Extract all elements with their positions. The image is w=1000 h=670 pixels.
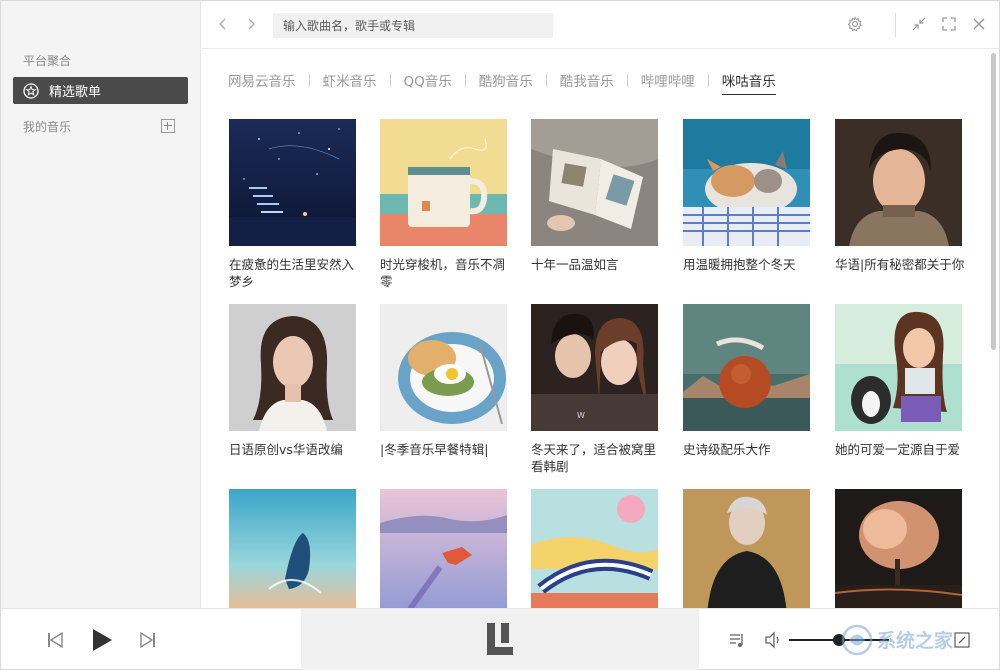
playlist-title: 时光穿梭机，音乐不凋零 [380,257,506,289]
previous-track-icon[interactable] [46,631,64,649]
player-bar: 系统之家 [1,608,999,670]
playlist-cover: W [531,304,658,431]
star-circle-icon [23,82,39,99]
playlist-title: 冬天来了，适合被窝里看韩剧 [531,442,657,474]
playlist-cover [380,119,507,246]
tab-separator [545,73,547,87]
playlist-queue-icon[interactable] [728,631,746,649]
tab-separator [464,73,466,87]
tab-kuwo[interactable]: 酷我音乐 [560,70,614,95]
playlist-card[interactable]: 华语|所有秘密都关于你 [835,119,964,273]
sidebar-item-label: 精选歌单 [49,85,102,100]
svg-text:W: W [577,411,585,420]
top-bar [202,1,999,49]
back-arrow-icon[interactable] [214,15,232,33]
playlist-card[interactable] [229,489,356,608]
playlist-cover [834,489,963,608]
playlist-cover [531,119,658,246]
scrollbar-thumb[interactable] [991,53,996,350]
app-logo-icon [487,623,513,655]
tab-xiami[interactable]: 虾米音乐 [323,70,377,95]
playlist-title: |冬季音乐早餐特辑| [380,442,489,457]
playlist-card[interactable] [531,489,658,608]
playlist-card[interactable]: 她的可爱一定源自于爱 [835,304,962,458]
playlist-cover [683,119,810,246]
playlist-card[interactable]: 在疲惫的生活里安然入梦乡 [229,119,356,290]
play-icon[interactable] [90,627,114,653]
now-playing-area [301,609,699,670]
tab-kugou[interactable]: 酷狗音乐 [479,70,533,95]
playlist-card[interactable] [834,489,963,608]
tab-separator [389,73,391,87]
sidebar-section-my-music: 我的音乐 [23,119,72,134]
playlist-card[interactable]: 日语原创vs华语改编 [229,304,356,458]
tab-qq[interactable]: QQ音乐 [404,70,452,95]
playlist-cover [229,119,356,246]
playlist-cover [380,489,507,608]
playlist-card[interactable] [683,489,810,608]
minimize-icon[interactable] [910,15,928,33]
playlist-cover [683,489,810,608]
sidebar-item-featured-playlists[interactable]: 精选歌单 [13,77,188,104]
toolbar-separator [895,13,896,37]
sidebar-my-music: 我的音乐 [23,117,175,135]
next-track-icon[interactable] [139,631,157,649]
playlist-cover [229,304,356,431]
platform-tabs: 网易云音乐 虾米音乐 QQ音乐 酷狗音乐 酷我音乐 哔哩哔哩 咪咕音乐 [228,69,776,95]
playlist-cover [683,304,810,431]
playlist-card[interactable]: 时光穿梭机，音乐不凋零 [380,119,507,290]
playlist-cover [531,489,658,608]
sidebar: 平台聚合 精选歌单 我的音乐 [1,1,201,608]
playlist-cover [835,119,962,246]
playlist-title: 在疲惫的生活里安然入梦乡 [229,257,355,289]
tab-separator [308,73,310,87]
playlist-card[interactable]: 用温暖拥抱整个冬天 [683,119,810,273]
playlist-title: 十年一品温如言 [531,257,619,272]
playlist-title: 史诗级配乐大作 [683,442,771,457]
playlist-grid: 在疲惫的生活里安然入梦乡 时光穿梭机，音乐不凋零 十年一品温如言 用温暖拥抱整个… [202,101,988,608]
playlist-card[interactable]: W 冬天来了，适合被窝里看韩剧 [531,304,658,475]
player-controls [1,609,301,670]
fullscreen-icon[interactable] [940,15,958,33]
tab-netease[interactable]: 网易云音乐 [228,70,296,95]
mini-mode-icon[interactable] [953,631,971,649]
playlist-title: 日语原创vs华语改编 [229,442,343,457]
tab-separator [626,73,628,87]
playlist-card[interactable]: 史诗级配乐大作 [683,304,810,458]
playlist-cover [835,304,962,431]
volume-icon[interactable] [764,631,782,649]
sidebar-section-platform: 平台聚合 [23,54,72,68]
playlist-card[interactable]: |冬季音乐早餐特辑| [380,304,507,458]
svg-text:系统之家: 系统之家 [877,629,954,652]
playlist-title: 用温暖拥抱整个冬天 [683,257,796,272]
playlist-title: 华语|所有秘密都关于你 [835,257,965,272]
playlist-card[interactable] [380,489,507,608]
playlist-cover [229,489,356,608]
forward-arrow-icon[interactable] [242,15,260,33]
playlist-card[interactable]: 十年一品温如言 [531,119,658,273]
add-playlist-button[interactable] [161,119,175,133]
tab-separator [707,73,709,87]
tab-migu[interactable]: 咪咕音乐 [721,70,776,95]
close-icon[interactable] [970,15,988,33]
playlist-cover [380,304,507,431]
app-window: 平台聚合 精选歌单 我的音乐 输入歌曲名，歌手或专辑 网易云音乐 虾米音乐 QQ… [0,0,1000,670]
playlist-title: 她的可爱一定源自于爱 [835,442,961,457]
tab-bilibili[interactable]: 哔哩哔哩 [641,70,695,95]
search-input[interactable] [273,13,553,38]
settings-gear-icon[interactable] [846,15,864,33]
